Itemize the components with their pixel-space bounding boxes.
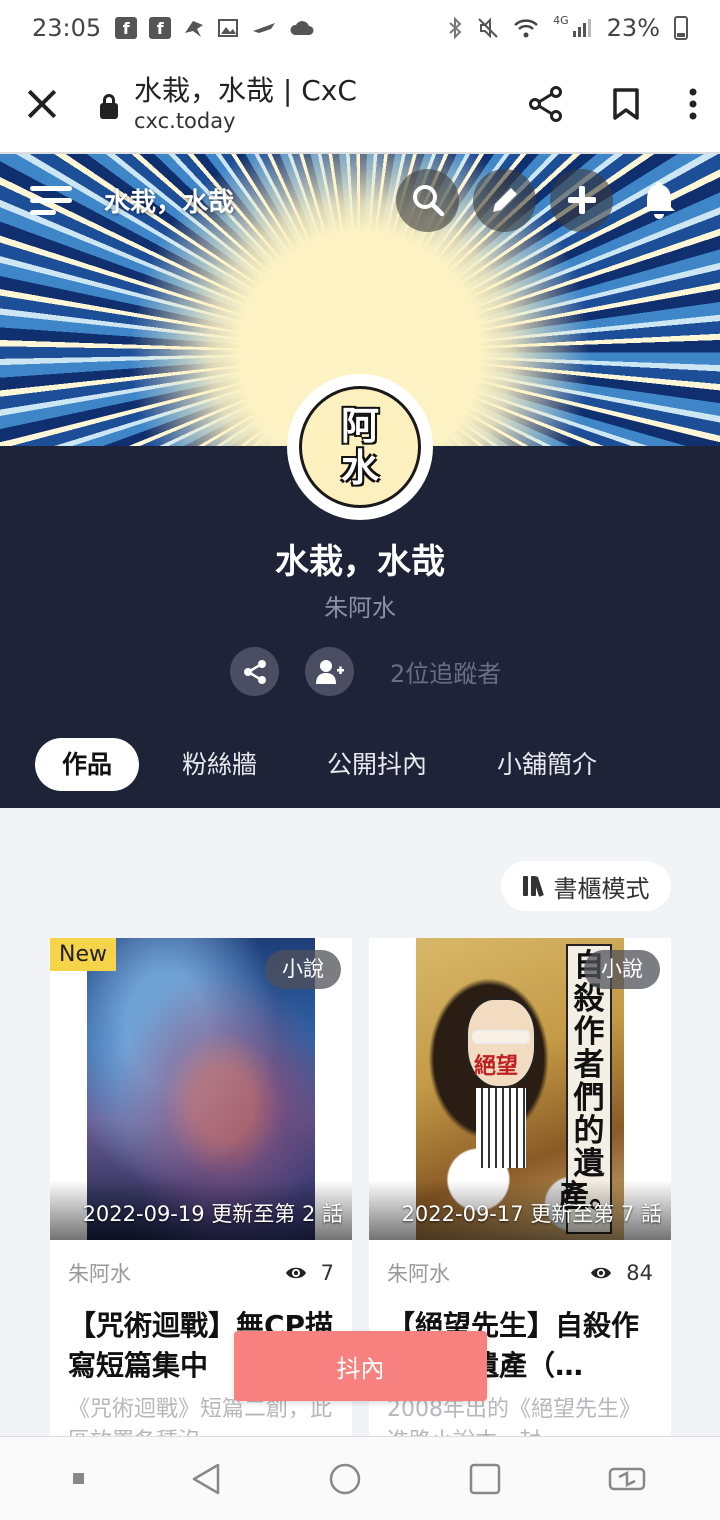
type-badge: 小說 [584, 950, 660, 989]
work-cover[interactable]: 絕望 自 殺 作 者 們 的 遺 產。 小說 2022-09-17 更新至第 7… [369, 938, 671, 1240]
shelf-mode-label: 書櫃模式 [553, 874, 650, 903]
plus-icon [567, 186, 596, 214]
view-count: 84 [626, 1261, 653, 1285]
status-bar: 23:05 f f 4G 23% [0, 0, 720, 56]
avatar-text-2: 水 [340, 445, 379, 490]
work-cover[interactable]: New 小說 2022-09-19 更新至第 2 話 [50, 938, 352, 1240]
lock-icon [100, 94, 118, 119]
home-icon[interactable] [328, 1462, 362, 1496]
mute-icon [478, 17, 498, 39]
user-plus-icon [315, 659, 344, 684]
page-title: 水栽，水哉 | CxC [134, 74, 357, 107]
site-navbar: 水栽，水哉 [0, 154, 720, 246]
notifications-button[interactable] [627, 169, 690, 232]
rotate-screen-icon[interactable] [607, 1464, 647, 1494]
donate-button[interactable]: 抖內 [234, 1331, 487, 1401]
bird-icon [185, 21, 204, 37]
bookmark-icon[interactable] [612, 87, 640, 121]
eye-icon [285, 1267, 306, 1279]
url-bar[interactable]: 水栽，水哉 | CxC cxc.today [134, 74, 357, 134]
tab-works[interactable]: 作品 [35, 738, 140, 791]
system-navbar [0, 1436, 720, 1520]
books-icon [522, 876, 544, 897]
cloud-icon [290, 21, 314, 35]
eye-icon [591, 1267, 612, 1279]
avatar: 阿 水 [287, 374, 433, 520]
tab-public-donate[interactable]: 公開抖內 [300, 738, 454, 791]
edit-button[interactable] [473, 168, 536, 232]
battery-percent: 23% [606, 14, 660, 42]
page-host: cxc.today [134, 109, 236, 133]
share-icon[interactable] [528, 86, 564, 122]
wifi-icon [514, 19, 538, 38]
back-icon[interactable] [190, 1462, 222, 1496]
recents-icon[interactable] [469, 1463, 501, 1495]
bluetooth-icon [449, 16, 462, 40]
shelf-mode-button[interactable]: 書櫃模式 [501, 861, 671, 911]
profile-name: 水栽，水哉 [275, 542, 445, 582]
update-info: 2022-09-17 更新至第 7 話 [401, 1202, 662, 1226]
new-badge: New [50, 938, 116, 971]
bell-icon [642, 182, 675, 219]
follower-count: 2位追蹤者 [390, 660, 502, 688]
profile-share-button[interactable] [230, 647, 279, 696]
notification-icons: f f [115, 17, 315, 39]
search-icon [412, 185, 444, 217]
dot-icon [73, 1473, 85, 1484]
type-badge: 小說 [265, 950, 341, 989]
site-title: 水栽，水哉 [104, 187, 235, 218]
clock: 23:05 [32, 14, 102, 42]
follow-button[interactable] [305, 647, 354, 696]
add-button[interactable] [550, 168, 613, 232]
work-author[interactable]: 朱阿水 [68, 1258, 131, 1288]
cover-stamp: 絕望 [474, 1053, 519, 1079]
menu-icon[interactable] [30, 185, 72, 215]
share-icon [243, 659, 266, 684]
signal-icon [572, 19, 591, 37]
profile-tabs: 作品 粉絲牆 公開抖內 小舖簡介 [35, 738, 624, 791]
view-count: 7 [320, 1261, 334, 1285]
facebook-icon: f [149, 17, 172, 39]
image-icon [218, 19, 239, 37]
more-vert-icon[interactable] [688, 87, 698, 121]
browser-toolbar: 水栽，水哉 | CxC cxc.today [0, 56, 720, 154]
plane-icon [253, 23, 276, 33]
network-type: 4G [553, 13, 569, 27]
work-author[interactable]: 朱阿水 [387, 1258, 450, 1288]
profile-author[interactable]: 朱阿水 [0, 588, 720, 623]
avatar-text-1: 阿 [340, 403, 379, 448]
search-button[interactable] [396, 168, 459, 232]
battery-icon [674, 16, 688, 40]
update-info: 2022-09-19 更新至第 2 話 [82, 1202, 343, 1226]
tab-fan-wall[interactable]: 粉絲牆 [155, 738, 284, 791]
facebook-icon: f [115, 17, 138, 39]
close-icon[interactable] [22, 84, 62, 124]
tab-shop-intro[interactable]: 小舖簡介 [470, 738, 624, 791]
pencil-icon [492, 188, 517, 212]
